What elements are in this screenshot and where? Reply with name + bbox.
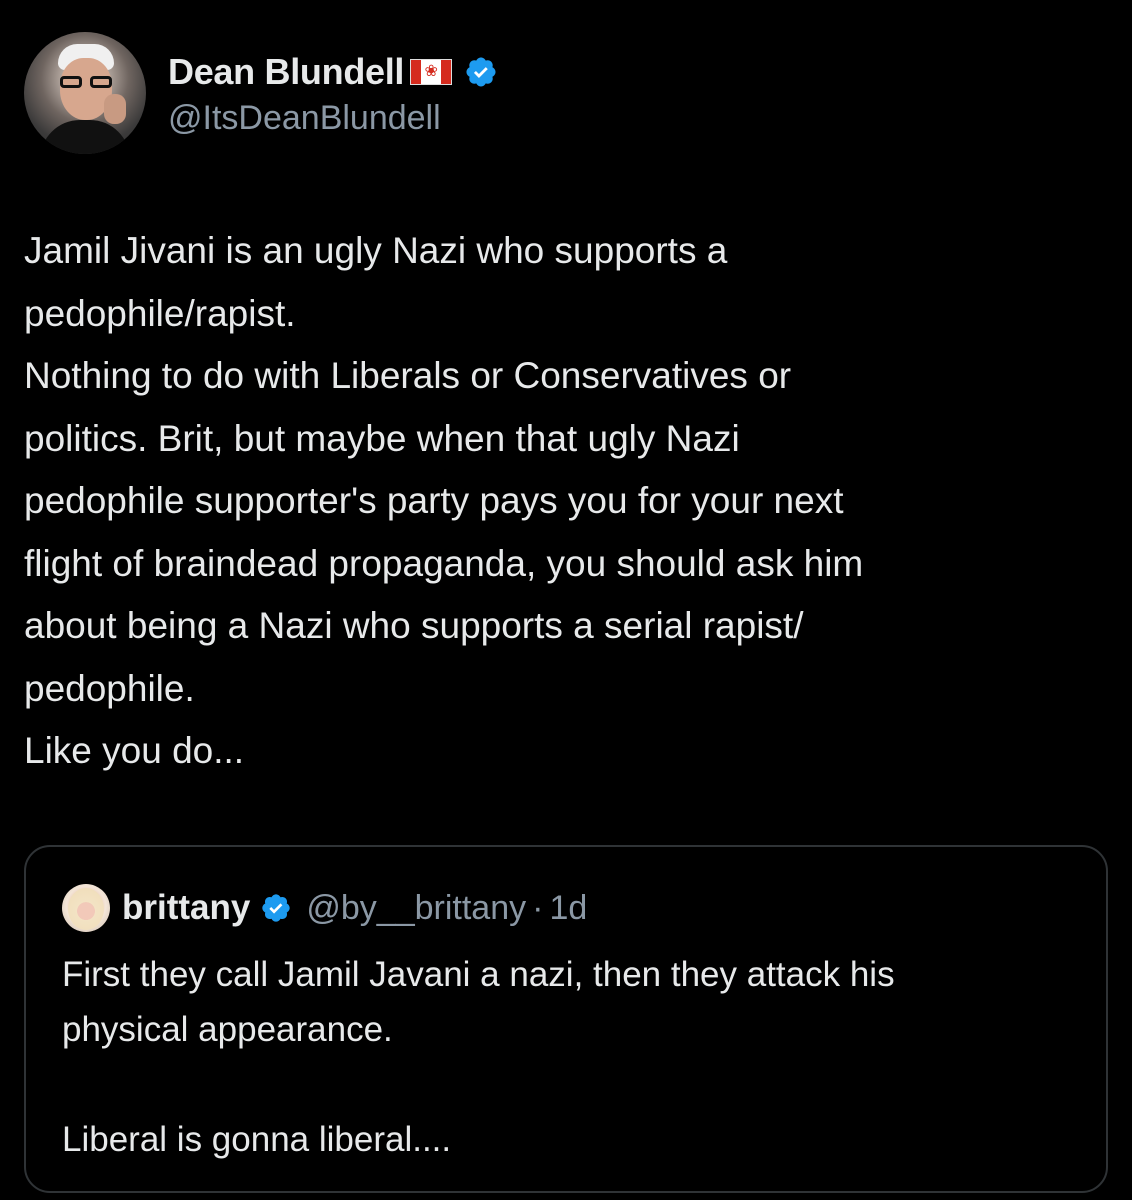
canada-flag-icon: ❀ [410,58,453,85]
quoted-tweet-header: brittany @by__brittany · 1d [62,883,587,933]
quoted-author-avatar[interactable] [62,884,110,932]
tweet-text-line: about being a Nazi who supports a serial… [24,605,804,646]
tweet-text-line: pedophile/rapist. [24,292,296,334]
quoted-tweet-text: First they call Jamil Javani a nazi, the… [62,947,1082,1167]
tweet-text-line: pedophile. [24,667,195,709]
quoted-text-line [62,1057,1082,1112]
author-name-row: Dean Blundell ❀ [168,49,498,95]
author-handle[interactable]: @ItsDeanBlundell [168,99,498,138]
tweet-card: Dean Blundell ❀ @ItsDeanBlundell Jamil J… [0,0,1132,1200]
author-avatar[interactable] [24,32,146,154]
tweet-text-line: Nothing to do with Liberals or Conservat… [24,355,792,396]
tweet-text-line: Like you do... [24,730,245,771]
tweet-body-text: Jamil Jivani is an ugly Nazi who support… [24,220,1114,783]
tweet-text-line: politics. Brit, but maybe when that ugly… [24,417,740,459]
quoted-text-line: Liberal is gonna liberal.... [62,1120,452,1159]
tweet-text-line: Jamil Jivani is an ugly Nazi who support… [24,230,728,271]
quoted-text-line: physical appearance. [62,1010,393,1049]
author-info: Dean Blundell ❀ @ItsDeanBlundell [168,49,498,138]
tweet-header: Dean Blundell ❀ @ItsDeanBlundell [24,32,498,154]
verified-badge-icon [262,894,291,922]
author-display-name[interactable]: Dean Blundell [168,51,404,93]
quoted-text-line: First they call Jamil Javani a nazi, the… [62,955,895,994]
quoted-author-handle[interactable]: @by__brittany [306,889,526,928]
quoted-author-display-name[interactable]: brittany [122,888,250,928]
quoted-timestamp[interactable]: 1d [549,889,587,928]
quoted-tweet[interactable]: brittany @by__brittany · 1d First they c… [24,845,1108,1193]
dot-separator: · [532,888,544,927]
tweet-text-line: flight of braindead propaganda, you shou… [24,542,864,584]
tweet-text-line: pedophile supporter's party pays you for… [24,480,844,521]
verified-badge-icon [466,56,496,87]
